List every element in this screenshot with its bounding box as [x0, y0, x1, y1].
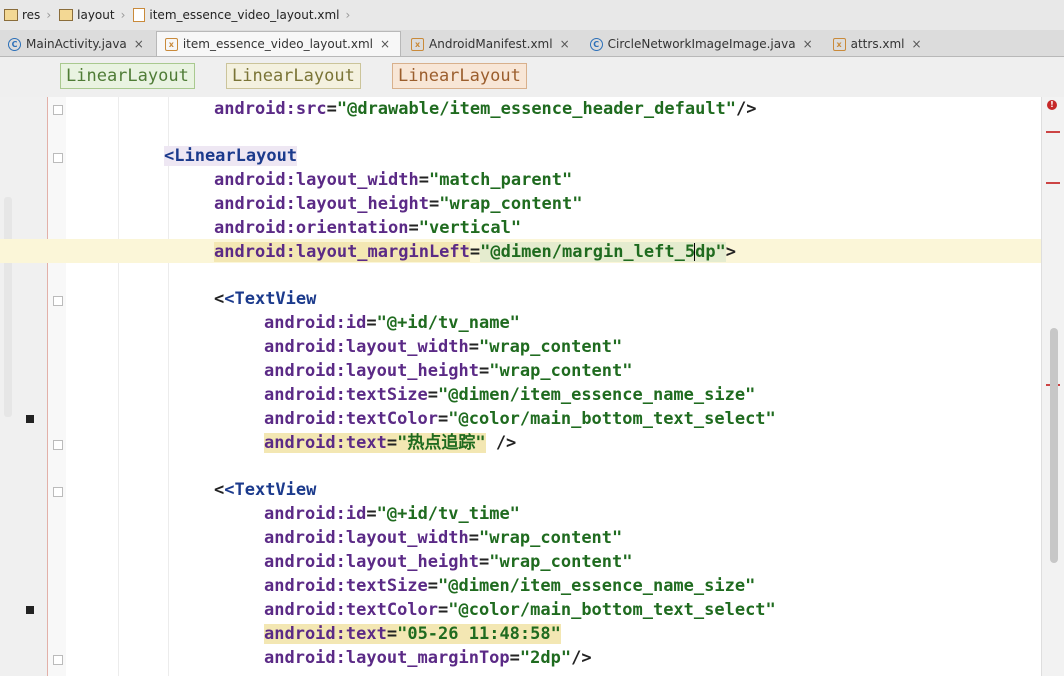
xml-file-icon: x [164, 37, 178, 51]
folder-icon [4, 9, 18, 21]
gutter-scroll-track [4, 197, 12, 417]
code-line[interactable]: android:id="@+id/tv_time" [264, 502, 520, 526]
indent-guide [168, 97, 169, 676]
code-line[interactable]: android:layout_height="wrap_content" [264, 359, 633, 383]
code-line[interactable]: android:layout_marginTop="2dp"/> [264, 646, 592, 670]
code-line[interactable]: <LinearLayout [164, 144, 298, 168]
java-class-icon: C [8, 37, 21, 51]
breadcrumb-label: item_essence_video_layout.xml [149, 8, 340, 22]
code-line[interactable]: android:text="热点追踪" /> [264, 431, 516, 455]
error-stripe-mark[interactable] [1046, 131, 1060, 133]
chevron-right-icon: › [46, 8, 52, 22]
tab-label: MainActivity.java [26, 37, 127, 51]
error-indicator-icon[interactable]: ! [1047, 100, 1057, 110]
close-icon[interactable]: × [134, 37, 144, 51]
breadcrumb: res › layout › item_essence_video_layout… [0, 0, 1064, 31]
tab-androidmanifest[interactable]: x AndroidManifest.xml × [403, 32, 580, 56]
code-line[interactable]: android:layout_height="wrap_content" [264, 550, 633, 574]
code-line[interactable]: android:src="@drawable/item_essence_head… [214, 97, 757, 121]
tab-item-essence-video-layout[interactable]: x item_essence_video_layout.xml × [155, 31, 402, 56]
close-icon[interactable]: × [380, 37, 390, 51]
fold-column [48, 97, 66, 676]
xml-file-icon: x [832, 37, 846, 51]
close-icon[interactable]: × [912, 37, 922, 51]
breakpoint-marker[interactable] [26, 415, 34, 423]
xml-tag-path: LinearLayout LinearLayout LinearLayout [0, 57, 1064, 98]
code-line[interactable]: android:textColor="@color/main_bottom_te… [264, 598, 776, 622]
xml-file-icon: x [411, 37, 425, 51]
java-class-icon: C [589, 37, 603, 51]
xml-file-icon [133, 8, 146, 22]
code-line[interactable]: android:textSize="@dimen/item_essence_na… [264, 383, 755, 407]
code-line[interactable]: android:orientation="vertical" [214, 216, 521, 240]
code-editor[interactable]: android:src="@drawable/item_essence_head… [0, 97, 1041, 676]
breadcrumb-item-file[interactable]: item_essence_video_layout.xml › [129, 0, 354, 30]
fold-toggle-icon[interactable] [53, 296, 63, 306]
breadcrumb-item-layout[interactable]: layout › [55, 0, 129, 30]
tab-label: item_essence_video_layout.xml [182, 37, 373, 51]
fold-toggle-icon[interactable] [53, 105, 63, 115]
code-line-current[interactable]: android:layout_marginLeft="@dimen/margin… [214, 240, 736, 264]
breadcrumb-item-res[interactable]: res › [0, 0, 55, 30]
code-line[interactable]: android:textColor="@color/main_bottom_te… [264, 407, 776, 431]
close-icon[interactable]: × [803, 37, 813, 51]
folder-icon [59, 9, 74, 21]
fold-toggle-icon[interactable] [53, 487, 63, 497]
code-line[interactable]: android:textSize="@dimen/item_essence_na… [264, 574, 755, 598]
editor-tabs: C MainActivity.java × x item_essence_vid… [0, 30, 1064, 57]
chevron-right-icon: › [120, 8, 126, 22]
tag-path-item[interactable]: LinearLayout [60, 63, 195, 89]
breakpoint-marker[interactable] [26, 606, 34, 614]
code-line[interactable]: <<TextView [214, 287, 316, 311]
indent-guide [118, 97, 119, 676]
line-gutter [0, 97, 48, 676]
tab-label: CircleNetworkImageImage.java [607, 37, 796, 51]
code-line[interactable]: <<TextView [214, 478, 316, 502]
code-line[interactable]: android:layout_width="wrap_content" [264, 526, 622, 550]
vertical-scrollbar-thumb[interactable] [1050, 328, 1058, 563]
tag-path-item[interactable]: LinearLayout [226, 63, 361, 89]
tab-attrs[interactable]: x attrs.xml × [825, 32, 932, 56]
fold-toggle-icon[interactable] [53, 153, 63, 163]
code-line[interactable]: android:layout_width="match_parent" [214, 168, 572, 192]
tab-mainactivity[interactable]: C MainActivity.java × [0, 32, 154, 56]
fold-toggle-icon[interactable] [53, 655, 63, 665]
code-line[interactable]: android:layout_height="wrap_content" [214, 192, 583, 216]
code-line[interactable]: android:id="@+id/tv_name" [264, 311, 520, 335]
tab-label: AndroidManifest.xml [429, 37, 553, 51]
breadcrumb-label: res [22, 8, 41, 22]
error-stripe-mark[interactable] [1046, 182, 1060, 184]
code-line[interactable]: android:text="05-26 11:48:58" [264, 622, 561, 646]
tag-path-item[interactable]: LinearLayout [392, 63, 527, 89]
tab-circlenetworkimageimage[interactable]: C CircleNetworkImageImage.java × [582, 32, 823, 56]
fold-toggle-icon[interactable] [53, 440, 63, 450]
chevron-right-icon: › [345, 8, 351, 22]
tab-label: attrs.xml [850, 37, 905, 51]
close-icon[interactable]: × [560, 37, 570, 51]
breadcrumb-label: layout [77, 8, 115, 22]
code-line[interactable]: android:layout_width="wrap_content" [264, 335, 622, 359]
